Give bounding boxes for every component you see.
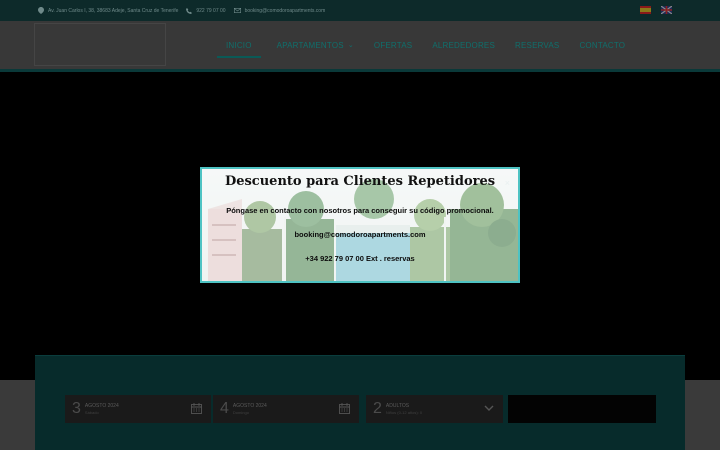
nav-menu: INICIO APARTAMENTOS ⌄ OFERTAS ALREDEDORES…	[217, 21, 645, 69]
language-switcher	[640, 6, 676, 14]
nav-item-ofertas[interactable]: OFERTAS	[374, 21, 412, 69]
chevron-down-icon	[484, 405, 494, 411]
booking-widget: 3 AGOSTO 2024 Sábado 4 AGOSTO 2024 Domin…	[35, 355, 685, 450]
nav-item-alrededores[interactable]: ALREDEDORES	[432, 21, 495, 69]
modal-content: Descuento para Clientes Repetidores × Pó…	[202, 169, 518, 281]
chevron-down-icon: ⌄	[347, 42, 354, 49]
english-flag-icon[interactable]	[661, 6, 672, 14]
calendar-icon	[191, 403, 202, 414]
nav-item-reservas[interactable]: RESERVAS	[515, 21, 559, 69]
modal-phone-link[interactable]: +34 922 79 07 00 Ext . reservas	[202, 254, 518, 263]
phone-item: 922 79 07 00	[186, 7, 226, 14]
checkin-weekday: Sábado	[84, 410, 99, 415]
map-pin-icon	[38, 7, 44, 14]
envelope-icon	[233, 8, 241, 13]
nav-label: OFERTAS	[373, 40, 413, 50]
checkout-field[interactable]: 4 AGOSTO 2024 Domingo	[213, 395, 359, 423]
contact-bar: Av. Juan Carlos I, 38, 38683 Adeje, Sant…	[0, 0, 720, 21]
nav-label: APARTAMENTOS	[276, 40, 344, 50]
guests-children: Niños (0-12 años): 0	[385, 410, 423, 415]
guests-label: ADULTOS	[385, 403, 410, 409]
main-navigation: INICIO APARTAMENTOS ⌄ OFERTAS ALREDEDORES…	[0, 21, 720, 69]
checkin-field[interactable]: 3 AGOSTO 2024 Sábado	[65, 395, 211, 423]
phone-text[interactable]: 922 79 07 00	[196, 8, 225, 14]
promo-modal: Descuento para Clientes Repetidores × Pó…	[200, 167, 520, 283]
modal-title: Descuento para Clientes Repetidores	[224, 174, 496, 189]
modal-email-link[interactable]: booking@comodoroapartments.com	[202, 230, 518, 239]
checkin-month: AGOSTO 2024	[84, 403, 119, 409]
phone-icon	[186, 7, 193, 14]
search-availability-button[interactable]	[508, 395, 656, 423]
nav-label: CONTACTO	[579, 40, 626, 50]
checkout-weekday: Domingo	[232, 410, 249, 415]
nav-item-apartamentos[interactable]: APARTAMENTOS ⌄	[277, 21, 354, 69]
modal-description: Póngase en contacto con nosotros para co…	[226, 206, 494, 215]
address-text[interactable]: Av. Juan Carlos I, 38, 38683 Adeje, Sant…	[48, 8, 178, 14]
nav-label: INICIO	[226, 40, 252, 50]
spanish-flag-icon[interactable]	[640, 6, 651, 14]
guests-select[interactable]: 2 ADULTOS Niños (0-12 años): 0	[366, 395, 503, 423]
guests-count: 2	[373, 400, 382, 417]
email-item: booking@comodoroapartments.com	[233, 8, 326, 14]
nav-item-contacto[interactable]: CONTACTO	[579, 21, 625, 69]
checkout-month: AGOSTO 2024	[232, 403, 267, 409]
nav-item-inicio[interactable]: INICIO	[217, 21, 261, 69]
nav-label: ALREDEDORES	[432, 40, 496, 50]
logo[interactable]	[34, 23, 166, 66]
close-icon[interactable]: ×	[505, 178, 510, 188]
email-text[interactable]: booking@comodoroapartments.com	[245, 8, 326, 14]
calendar-icon	[339, 403, 350, 414]
nav-label: RESERVAS	[515, 40, 560, 50]
address-item: Av. Juan Carlos I, 38, 38683 Adeje, Sant…	[38, 7, 178, 14]
checkin-day: 3	[72, 400, 81, 417]
checkout-day: 4	[220, 400, 229, 417]
